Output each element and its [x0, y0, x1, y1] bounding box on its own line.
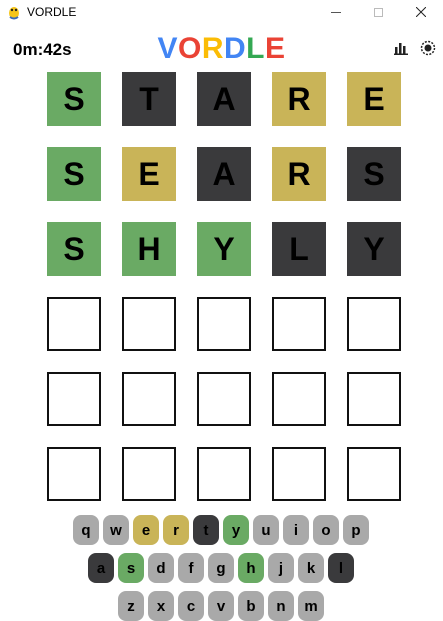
minimize-button[interactable] [313, 0, 358, 24]
key-j[interactable]: j [268, 553, 294, 583]
logo-letter: O [177, 32, 202, 65]
key-q[interactable]: q [73, 515, 99, 545]
key-r[interactable]: r [163, 515, 189, 545]
key-z[interactable]: z [118, 591, 144, 621]
key-c[interactable]: c [178, 591, 204, 621]
game-logo: VORDLE [0, 32, 443, 66]
board-tile: S [347, 147, 401, 201]
board-tile [272, 447, 326, 501]
key-h[interactable]: h [238, 553, 264, 583]
key-n[interactable]: n [268, 591, 294, 621]
bar-chart-icon[interactable] [394, 41, 408, 55]
gear-icon[interactable] [420, 40, 436, 56]
key-d[interactable]: d [148, 553, 174, 583]
key-g[interactable]: g [208, 553, 234, 583]
key-k[interactable]: k [298, 553, 324, 583]
logo-letter: E [265, 32, 286, 65]
logo-letter: D [224, 32, 247, 65]
key-t[interactable]: t [193, 515, 219, 545]
board-tile: E [122, 147, 176, 201]
board-tile [197, 447, 251, 501]
logo-letter: L [246, 32, 265, 65]
board-tile [47, 372, 101, 426]
maximize-button[interactable] [356, 0, 401, 24]
key-u[interactable]: u [253, 515, 279, 545]
key-l[interactable]: l [328, 553, 354, 583]
board-tile [197, 297, 251, 351]
board-tile [272, 372, 326, 426]
board-tile: E [347, 72, 401, 126]
board-tile [122, 447, 176, 501]
board-tile [122, 372, 176, 426]
key-p[interactable]: p [343, 515, 369, 545]
board-tile: S [47, 72, 101, 126]
window-title: VORDLE [27, 5, 77, 19]
board-tile: Y [197, 222, 251, 276]
board-tile: Y [347, 222, 401, 276]
board-tile: S [47, 147, 101, 201]
key-i[interactable]: i [283, 515, 309, 545]
board-tile [272, 297, 326, 351]
board-tile [347, 372, 401, 426]
board-tile: H [122, 222, 176, 276]
board-tile: T [122, 72, 176, 126]
key-o[interactable]: o [313, 515, 339, 545]
board-tile: A [197, 72, 251, 126]
board-tile: R [272, 147, 326, 201]
close-button[interactable] [398, 0, 443, 24]
board-tile [347, 297, 401, 351]
key-e[interactable]: e [133, 515, 159, 545]
close-icon [415, 7, 426, 17]
board-tile [197, 372, 251, 426]
pygame-snake-icon [6, 4, 22, 20]
key-v[interactable]: v [208, 591, 234, 621]
key-b[interactable]: b [238, 591, 264, 621]
window-titlebar: VORDLE [0, 0, 443, 24]
board-tile [122, 297, 176, 351]
key-x[interactable]: x [148, 591, 174, 621]
key-a[interactable]: a [88, 553, 114, 583]
board-tile [47, 297, 101, 351]
board-tile [347, 447, 401, 501]
board-tile [47, 447, 101, 501]
key-m[interactable]: m [298, 591, 324, 621]
board-tile: L [272, 222, 326, 276]
logo-letter: V [157, 32, 178, 65]
key-s[interactable]: s [118, 553, 144, 583]
board-tile: R [272, 72, 326, 126]
key-y[interactable]: y [223, 515, 249, 545]
key-w[interactable]: w [103, 515, 129, 545]
board-tile: A [197, 147, 251, 201]
board-tile: S [47, 222, 101, 276]
key-f[interactable]: f [178, 553, 204, 583]
logo-letter: R [201, 32, 224, 65]
